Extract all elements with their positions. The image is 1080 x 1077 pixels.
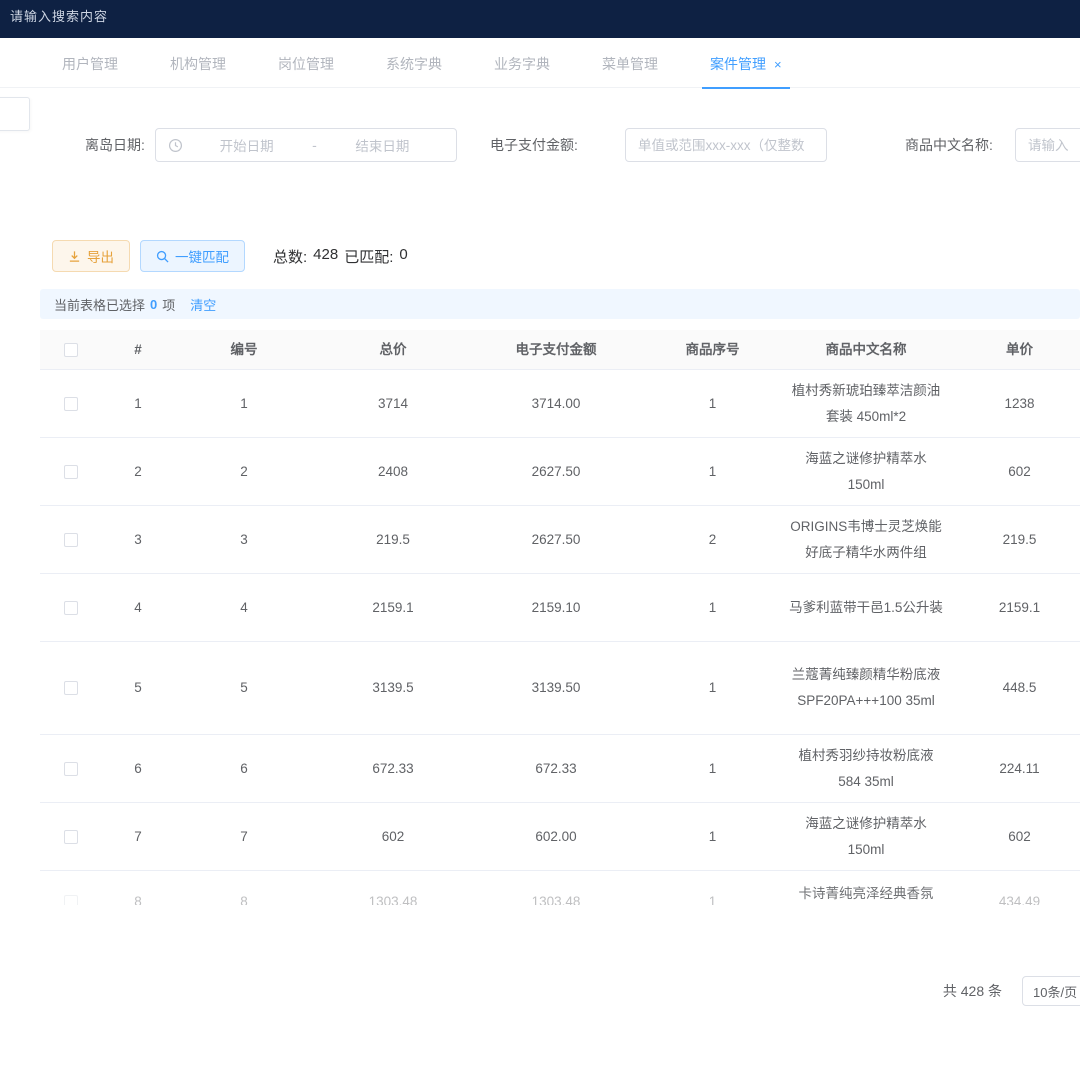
col-header-epay: 电子支付金额 (472, 337, 640, 363)
row-checkbox[interactable] (64, 465, 78, 479)
row-checkbox[interactable] (64, 397, 78, 411)
row-checkbox[interactable] (64, 762, 78, 776)
product-name-filter-label: 商品中文名称: (905, 128, 993, 162)
case-table: # 编号 总价 电子支付金额 商品序号 商品中文名称 单价 1 1 3714 3… (40, 330, 1080, 905)
page-size-select[interactable]: 10条/页 (1022, 976, 1080, 1006)
col-header-code: 编号 (174, 337, 314, 363)
total-value: 428 (313, 246, 338, 267)
tab-org-management[interactable]: 机构管理 (168, 40, 228, 86)
col-header-name: 商品中文名称 (785, 337, 947, 363)
table-row: 6 6 672.33 672.33 1 植村秀羽纱持妆粉底液 584 35ml … (40, 735, 1080, 803)
date-range-picker[interactable]: 开始日期 - 结束日期 (155, 128, 457, 162)
matched-label: 已匹配: (344, 246, 393, 267)
table-row: 1 1 3714 3714.00 1 植村秀新琥珀臻萃洁颜油套装 450ml*2… (40, 370, 1080, 438)
table-row: 3 3 219.5 2627.50 2 ORIGINS韦博士灵芝焕能好底子精华水… (40, 506, 1080, 574)
select-all-checkbox[interactable] (64, 343, 78, 357)
select-all-cell (40, 337, 102, 363)
table-row: 5 5 3139.5 3139.50 1 兰蔻菁纯臻颜精华粉底液SPF20PA+… (40, 642, 1080, 735)
col-header-price: 单价 (947, 337, 1080, 363)
table-toolbar: 导出 一键匹配 总数: 428 已匹配: 0 (52, 240, 408, 272)
export-button[interactable]: 导出 (52, 240, 130, 272)
tab-post-management[interactable]: 岗位管理 (276, 40, 336, 86)
tab-case-management[interactable]: 案件管理× (708, 40, 784, 86)
table-row-partial: 8 8 1303.48 1303.48 1 卡诗菁纯亮泽经典香氛 434.49 (40, 871, 1080, 905)
clock-icon (168, 138, 183, 153)
row-checkbox[interactable] (64, 681, 78, 695)
total-label: 总数: (273, 246, 307, 267)
tab-menu-management[interactable]: 菜单管理 (600, 40, 660, 86)
amount-filter-label: 电子支付金额: (490, 128, 578, 162)
col-header-seq: 商品序号 (640, 337, 785, 363)
row-checkbox[interactable] (64, 533, 78, 547)
col-header-index: # (102, 337, 174, 363)
matched-value: 0 (399, 246, 407, 267)
pagination-total: 共 428 条 (943, 981, 1002, 1001)
top-navbar: 请输入搜索内容 (0, 0, 1080, 38)
col-header-total: 总价 (314, 337, 472, 363)
download-icon (68, 250, 81, 263)
tab-close-icon[interactable]: × (774, 57, 782, 72)
table-row: 7 7 602 1 602.00 1 海蓝之谜修护精萃水 150ml 602 (40, 803, 1080, 871)
table-row: 2 2 2408 2627.50 1 海蓝之谜修护精萃水 150ml 602 (40, 438, 1080, 506)
selection-count: 0 (150, 297, 157, 312)
tabs-container: 用户管理 机构管理 岗位管理 系统字典 业务字典 菜单管理 案件管理× (60, 40, 784, 86)
row-checkbox[interactable] (64, 895, 78, 905)
date-separator: - (308, 137, 321, 153)
epay-amount-input[interactable] (625, 128, 827, 162)
date-filter-label: 离岛日期: (85, 128, 145, 162)
tab-user-management[interactable]: 用户管理 (60, 40, 120, 86)
search-icon (156, 250, 169, 263)
product-name-input[interactable] (1015, 128, 1080, 162)
collapsed-side-panel[interactable] (0, 97, 30, 131)
selection-bar: 当前表格已选择 0 项 清空 (40, 289, 1080, 319)
date-start-placeholder[interactable]: 开始日期 (185, 135, 308, 155)
tab-bar: 用户管理 机构管理 岗位管理 系统字典 业务字典 菜单管理 案件管理× (0, 38, 1080, 88)
clear-selection-link[interactable]: 清空 (190, 295, 216, 314)
table-header-row: # 编号 总价 电子支付金额 商品序号 商品中文名称 单价 (40, 330, 1080, 370)
pagination-bar: 共 428 条 10条/页 (0, 975, 1080, 1007)
row-checkbox[interactable] (64, 601, 78, 615)
one-click-match-button[interactable]: 一键匹配 (140, 240, 245, 272)
table-row: 4 4 2159.1 2159.10 1 马爹利蓝带干邑1.5公升装 2159.… (40, 574, 1080, 642)
global-search-input[interactable]: 请输入搜索内容 (10, 6, 108, 25)
date-end-placeholder[interactable]: 结束日期 (321, 135, 444, 155)
row-checkbox[interactable] (64, 830, 78, 844)
tab-business-dict[interactable]: 业务字典 (492, 40, 552, 86)
filter-bar: 离岛日期: 开始日期 - 结束日期 电子支付金额: 商品中文名称: (0, 128, 1080, 162)
selection-suffix: 项 (162, 295, 175, 314)
tab-system-dict[interactable]: 系统字典 (384, 40, 444, 86)
selection-prefix: 当前表格已选择 (54, 295, 145, 314)
match-counts: 总数: 428 已匹配: 0 (273, 246, 408, 267)
